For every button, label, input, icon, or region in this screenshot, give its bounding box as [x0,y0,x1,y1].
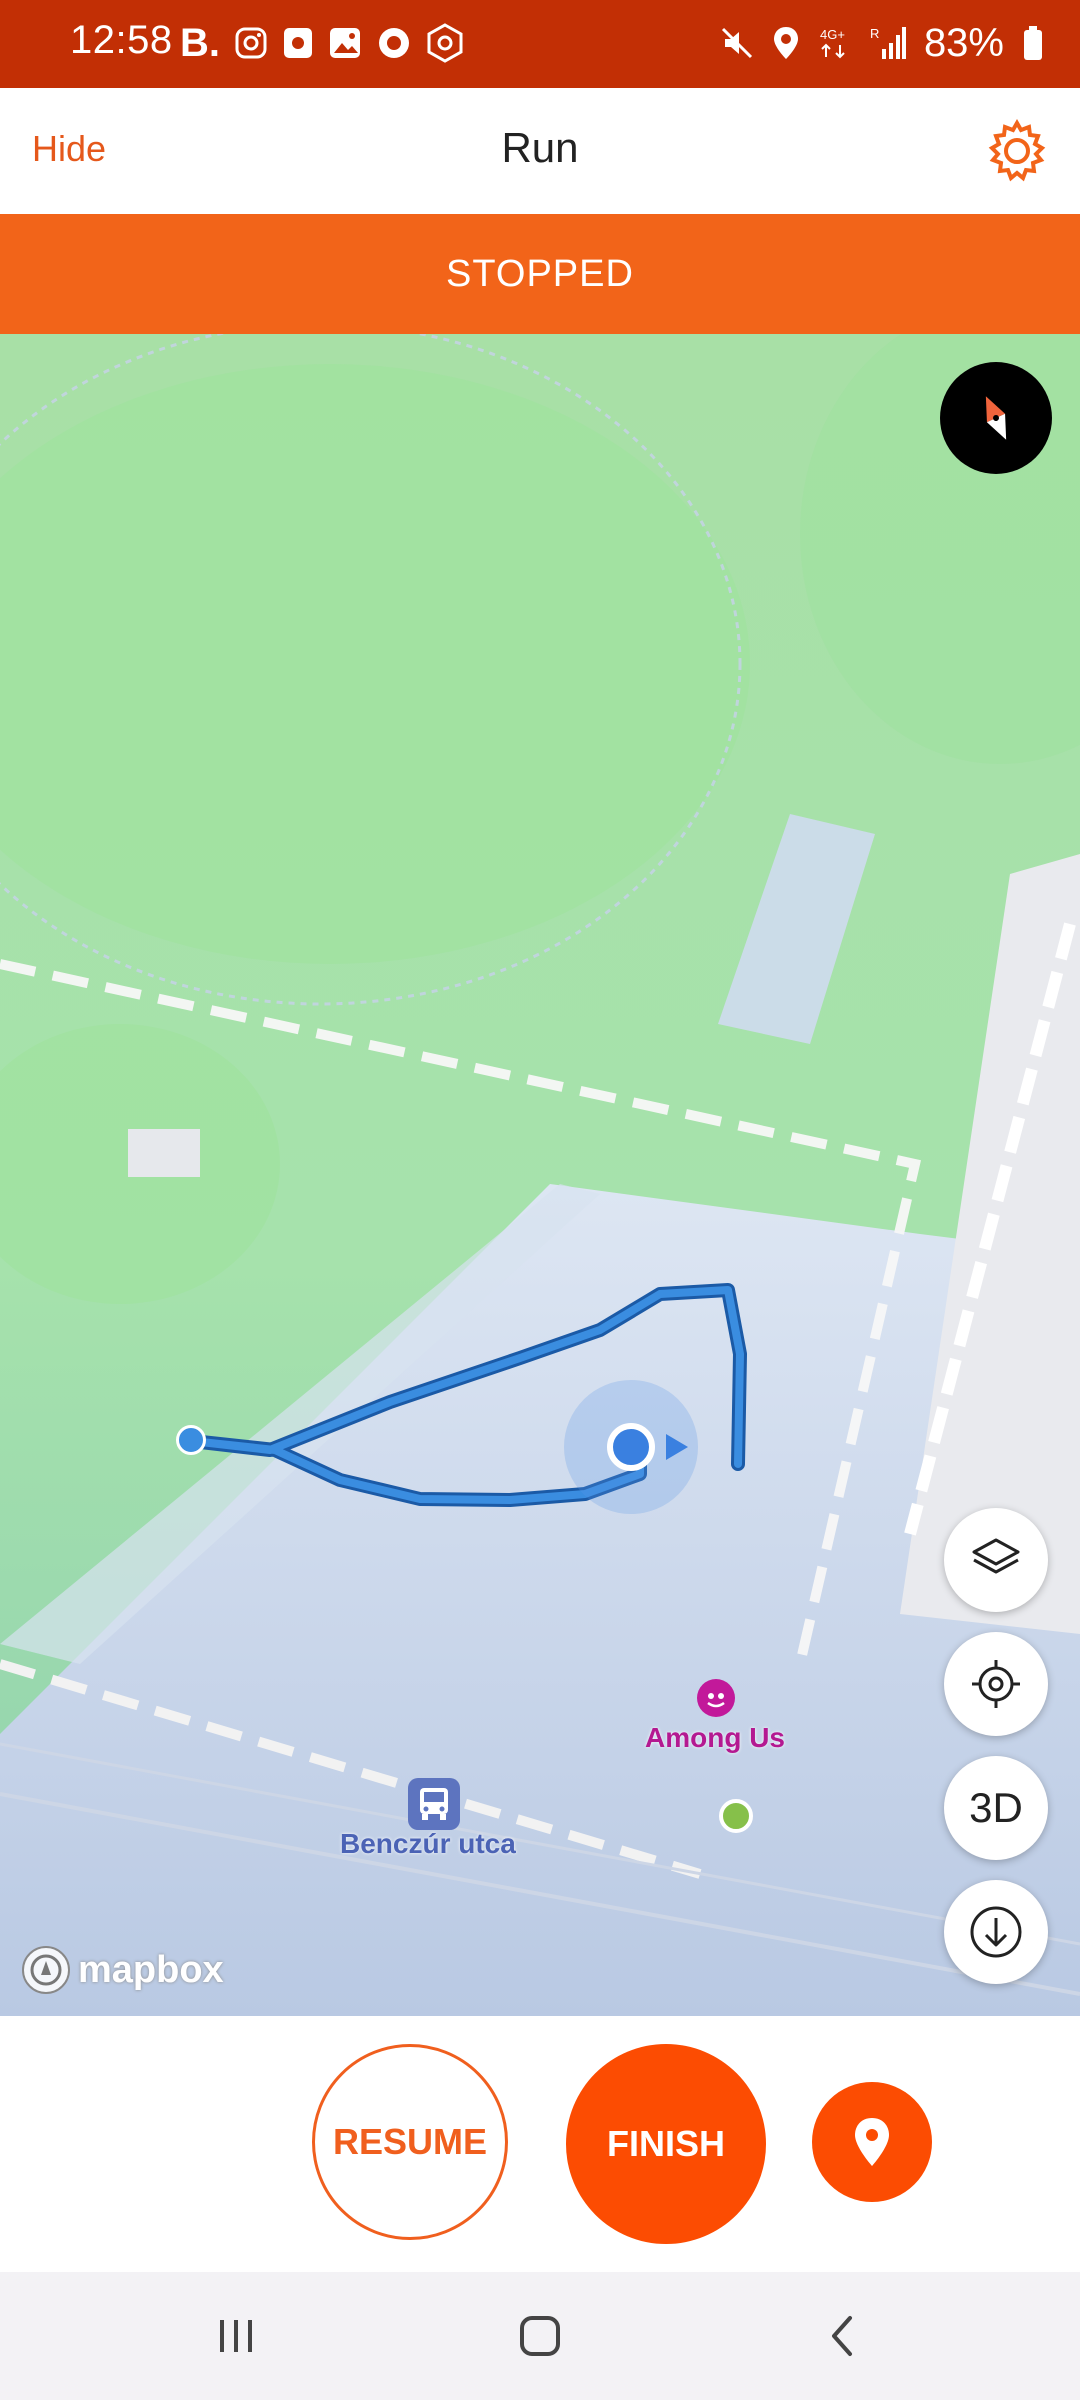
svg-text:R: R [870,26,879,41]
home-button[interactable] [510,2310,570,2362]
back-button[interactable] [812,2310,872,2362]
battery-icon [1024,26,1042,60]
locate-button[interactable] [944,1632,1048,1736]
battery-percentage: 83% [923,20,1004,65]
clock-app-icon [284,28,312,58]
home-icon [520,2316,560,2356]
start-marker [719,1799,753,1833]
bus-stop-label[interactable]: Benczúr utca [340,1828,516,1860]
compass-icon [985,396,1007,440]
recent-apps-icon [220,2320,252,2352]
status-bar: 12:58 B. 4G+ R 83% [0,0,1080,88]
svg-text:4G+: 4G+ [820,27,845,42]
system-nav-bar [0,2272,1080,2400]
mute-icon [721,27,752,59]
recent-apps-button[interactable] [206,2310,266,2362]
status-time: 12:58 [70,18,173,62]
mapbox-icon [22,1946,70,1994]
poi-icon [697,1679,735,1717]
page-title: Run [501,124,579,171]
locate-icon [972,1660,1020,1708]
instagram-icon [235,27,267,59]
poi-label[interactable]: Among Us [645,1722,785,1754]
finish-button[interactable]: FINISH [566,2044,766,2244]
heading-arrow-icon [666,1434,688,1460]
location-icon [773,27,798,59]
hexagon-icon [427,23,463,63]
3d-toggle-button[interactable]: 3D [944,1756,1048,1860]
back-icon [832,2316,852,2356]
layers-icon [972,1538,1020,1574]
header: Hide Run [0,88,1080,214]
location-pin-button[interactable] [812,2082,932,2202]
status-banner: STOPPED [0,214,1080,334]
gear-icon[interactable] [984,118,1050,184]
gallery-icon [330,28,360,58]
download-map-button[interactable] [944,1880,1048,1984]
4g-plus-icon: 4G+ [820,27,845,59]
map-view[interactable]: Among Us Benczúr utca 3D mapbox [0,334,1080,2016]
bus-stop-icon[interactable] [406,1776,462,1832]
download-icon [970,1906,1022,1958]
resume-button[interactable]: RESUME [312,2044,508,2240]
route-track [185,1283,747,1507]
mapbox-logo[interactable]: mapbox [20,1944,224,1996]
location-pin-icon [855,2118,889,2166]
system-icons: 4G+ R 83% [720,20,1044,66]
action-bar: RESUME FINISH [0,2016,1080,2272]
record-icon [379,28,409,58]
notification-icons: B. [180,20,464,66]
b-letter-icon: B. [180,20,220,65]
mapbox-wordmark: mapbox [78,1948,224,1991]
layers-button[interactable] [944,1508,1048,1612]
signal-icon: R [870,26,906,59]
compass-button[interactable] [940,362,1052,474]
end-marker [176,1425,206,1455]
current-location-dot [607,1423,655,1471]
